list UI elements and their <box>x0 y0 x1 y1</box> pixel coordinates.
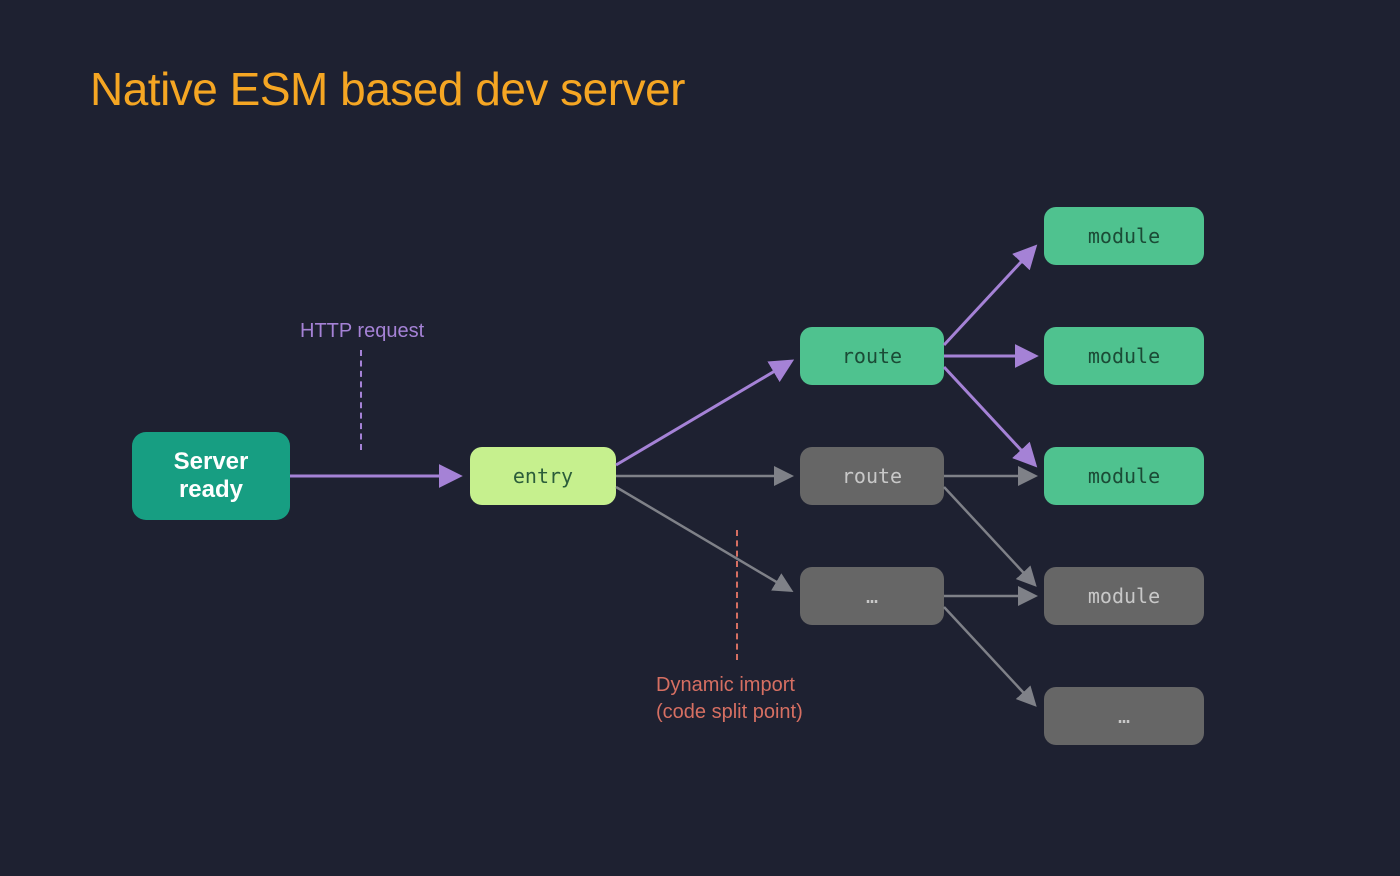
ellipsis-node-1: … <box>800 567 944 625</box>
module-node-4: module <box>1044 567 1204 625</box>
http-request-label: HTTP request <box>300 320 424 343</box>
dynamic-import-label: Dynamic import (code split point) <box>656 672 803 726</box>
server-ready-node: Server ready <box>132 432 290 520</box>
ellipsis-node-2: … <box>1044 687 1204 745</box>
dynamic-import-dash <box>736 530 738 660</box>
entry-node: entry <box>470 447 616 505</box>
module-node-1: module <box>1044 207 1204 265</box>
ellipsis-label-1: … <box>866 584 878 608</box>
route-active-node: route <box>800 327 944 385</box>
module-label-1: module <box>1088 224 1160 248</box>
dynamic-import-line1: Dynamic import <box>656 674 795 696</box>
route-inactive-node: route <box>800 447 944 505</box>
module-label-4: module <box>1088 584 1160 608</box>
arrow-entry-route-active <box>616 362 790 465</box>
ellipsis-label-2: … <box>1118 704 1130 728</box>
module-label-2: module <box>1088 344 1160 368</box>
http-request-dash <box>360 350 362 450</box>
page-title: Native ESM based dev server <box>90 62 685 116</box>
module-node-3: module <box>1044 447 1204 505</box>
arrow-route-module1 <box>944 248 1034 345</box>
route-inactive-label: route <box>842 464 902 488</box>
arrow-entry-ellipsis <box>616 487 790 590</box>
module-label-3: module <box>1088 464 1160 488</box>
server-ready-label: Server ready <box>174 448 249 503</box>
arrow-route-module3 <box>944 367 1034 464</box>
route-active-label: route <box>842 344 902 368</box>
dynamic-import-line2: (code split point) <box>656 701 803 723</box>
module-node-2: module <box>1044 327 1204 385</box>
arrow-route2-module4 <box>944 487 1034 584</box>
arrow-ell-ell2 <box>944 607 1034 704</box>
entry-label: entry <box>513 464 573 488</box>
